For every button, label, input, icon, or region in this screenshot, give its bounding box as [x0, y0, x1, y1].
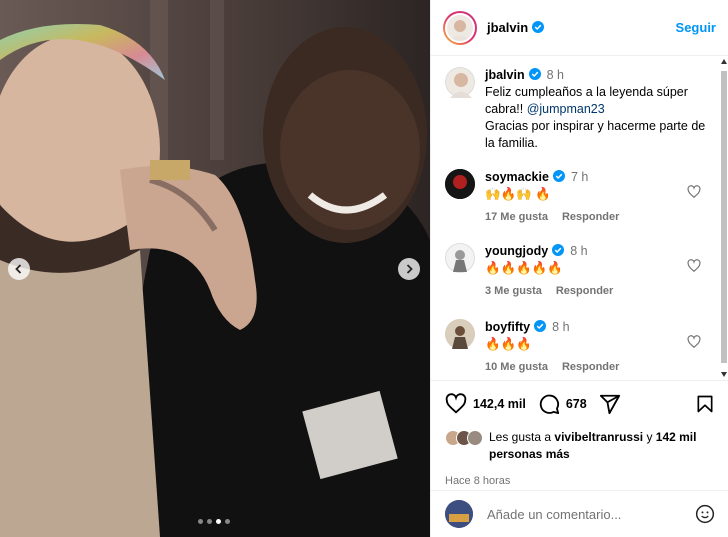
comment-time: 7 h	[570, 170, 589, 184]
heart-icon[interactable]	[687, 259, 701, 273]
scroll-up-arrow-icon[interactable]	[721, 59, 727, 64]
viewer-avatar	[445, 500, 473, 528]
reply-button[interactable]: Responder	[556, 285, 613, 297]
comment-likes[interactable]: 10 Me gusta	[485, 361, 548, 373]
commenter-avatar[interactable]	[445, 319, 475, 349]
chevron-right-icon	[406, 264, 413, 274]
author-avatar-ring[interactable]	[443, 10, 477, 45]
author-avatar[interactable]	[445, 67, 475, 98]
verified-icon	[552, 244, 565, 256]
liked-by-user[interactable]: vivibeltranrussi	[554, 430, 643, 444]
liked-by-count[interactable]: 142 mil	[656, 430, 697, 444]
carousel-dot	[198, 519, 203, 524]
liked-by-prefix: Les gusta a	[489, 430, 555, 444]
post-side-panel: jbalvin Seguir jbalvin 8 h Feliz cumpleañ…	[430, 0, 728, 537]
scroll-down-arrow-icon[interactable]	[721, 372, 727, 377]
reply-button[interactable]: Responder	[562, 361, 619, 373]
commenter-username[interactable]: youngjody	[485, 244, 548, 258]
heart-icon[interactable]	[687, 185, 701, 199]
carousel-prev-button[interactable]	[8, 258, 30, 280]
post-actions: 142,4 mil 678 Les gusta a vivibeltranrus…	[431, 380, 728, 487]
heart-icon[interactable]	[687, 335, 701, 349]
comment-input[interactable]: Añade un comentario...	[487, 507, 621, 522]
liked-by-middle: y	[643, 430, 656, 444]
author-avatar[interactable]	[445, 12, 475, 43]
comment-text: 🔥🔥🔥🔥🔥	[485, 261, 563, 275]
commenter-avatar[interactable]	[445, 243, 475, 273]
carousel-dot	[207, 519, 212, 524]
verified-icon	[528, 68, 541, 80]
comment-likes[interactable]: 17 Me gusta	[485, 211, 548, 223]
bookmark-icon[interactable]	[695, 394, 715, 414]
comment-icon	[539, 394, 559, 415]
like-button[interactable]: 142,4 mil	[445, 393, 526, 415]
caption-text: cabra!!	[485, 102, 527, 116]
caption-text: Feliz cumpleaños a la leyenda súper	[485, 85, 688, 99]
share-button[interactable]	[599, 393, 627, 415]
carousel-dot-active	[216, 519, 221, 524]
verified-icon	[552, 170, 565, 182]
comment-likes[interactable]: 3 Me gusta	[485, 285, 542, 297]
emoji-icon[interactable]	[695, 504, 715, 524]
comment-button[interactable]: 678	[538, 393, 587, 415]
heart-icon	[445, 393, 467, 414]
verified-icon	[532, 21, 545, 33]
post-photo[interactable]	[0, 0, 430, 537]
comment-text: 🔥🔥🔥	[485, 337, 532, 351]
comment-time: 8 h	[570, 244, 588, 258]
like-count: 142,4 mil	[473, 397, 526, 411]
follow-button[interactable]: Seguir	[676, 20, 716, 35]
author-username[interactable]: jbalvin	[487, 20, 545, 35]
caption-text: la familia.	[485, 136, 538, 150]
carousel-dot	[225, 519, 230, 524]
liked-by-suffix[interactable]: personas más	[489, 447, 570, 461]
scroll-thumb[interactable]	[721, 71, 727, 363]
commenter-username[interactable]: soymackie	[485, 170, 549, 184]
chevron-left-icon	[15, 264, 22, 274]
comments-list[interactable]: jbalvin 8 h Feliz cumpleaños a la leyenda…	[431, 57, 728, 379]
reply-button[interactable]: Responder	[562, 211, 619, 223]
commenter-avatar[interactable]	[445, 169, 475, 199]
comment-count: 678	[565, 397, 587, 411]
caption-author[interactable]: jbalvin	[485, 68, 525, 82]
caption-time: 8 h	[546, 68, 564, 82]
carousel-next-button[interactable]	[398, 258, 420, 280]
add-comment-bar: Añade un comentario...	[431, 490, 728, 537]
share-icon	[599, 394, 620, 415]
comment-time: 8 h	[552, 320, 570, 334]
mention-link[interactable]: @jumpman23	[527, 102, 605, 116]
post-timestamp[interactable]: Hace 8 horas	[445, 475, 715, 487]
post-header: jbalvin Seguir	[431, 0, 728, 56]
post-image	[0, 0, 430, 537]
comment-text: 🙌🔥🙌 🔥	[485, 187, 551, 201]
comments-scrollbar[interactable]	[720, 57, 728, 379]
commenter-username[interactable]: boyfifty	[485, 320, 530, 334]
liked-by-avatars[interactable]	[445, 430, 483, 446]
liked-by: Les gusta a vivibeltranrussi y 142 mil p…	[445, 429, 715, 463]
verified-icon	[534, 320, 547, 332]
caption-text: Gracias por inspirar y hacerme parte de	[485, 119, 706, 133]
carousel-indicator	[198, 519, 230, 524]
